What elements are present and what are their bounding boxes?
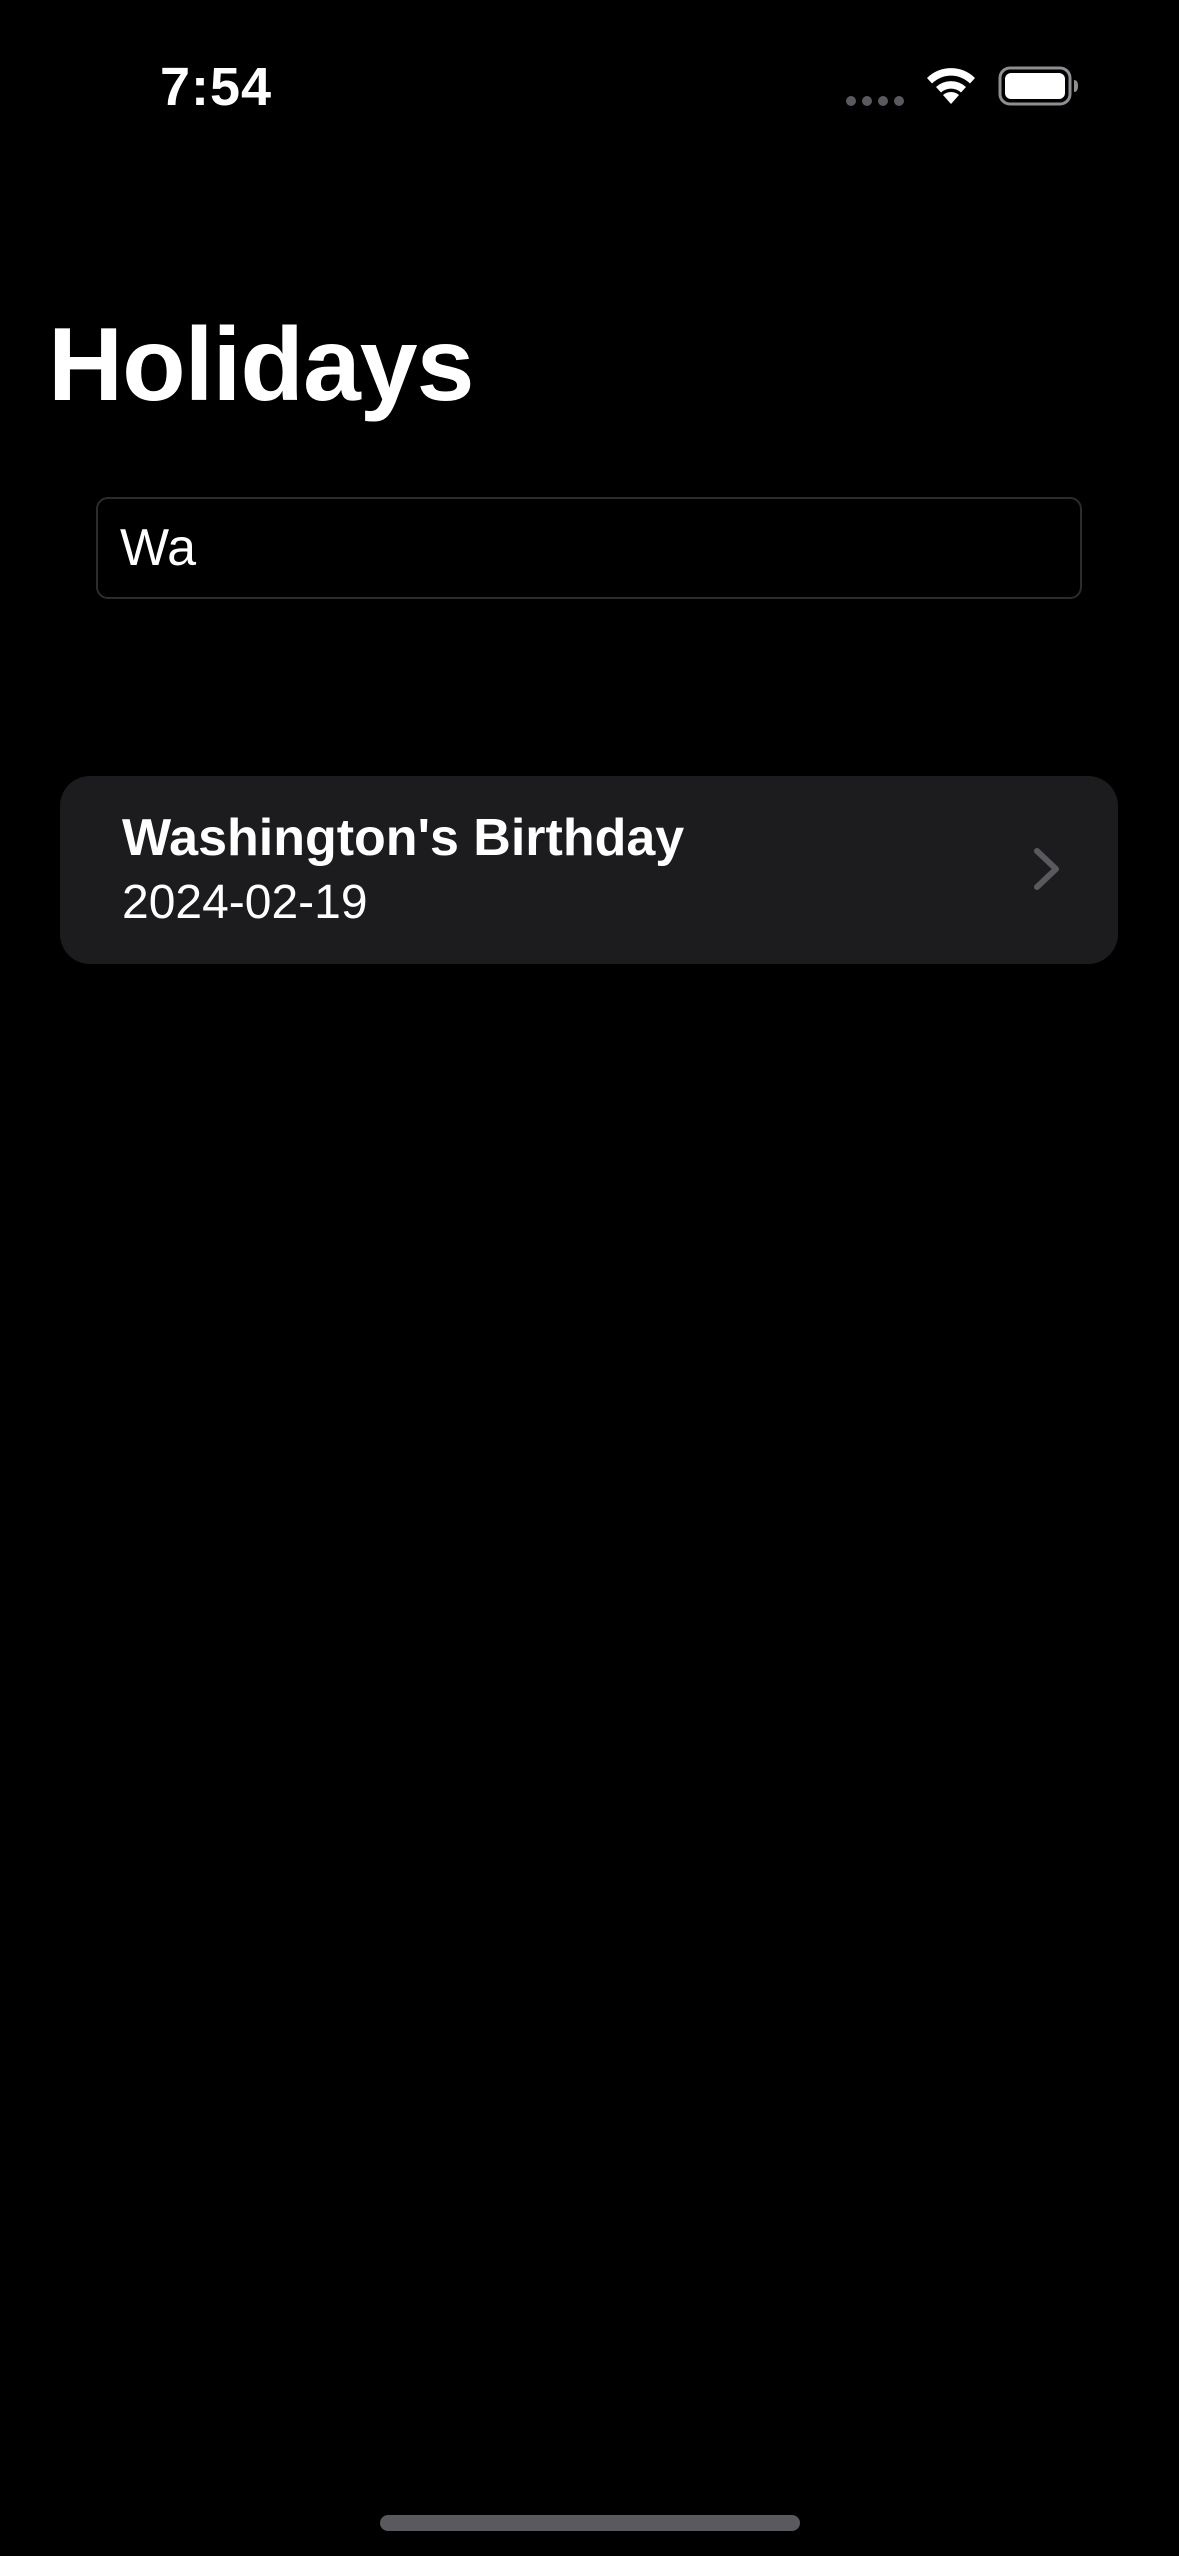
- status-time: 7:54: [160, 57, 273, 117]
- list-item-holiday[interactable]: Washington's Birthday 2024-02-19: [60, 776, 1118, 964]
- holiday-name: Washington's Birthday: [122, 809, 685, 867]
- search-field[interactable]: [96, 497, 1082, 599]
- search-input[interactable]: [120, 518, 1080, 578]
- cellular-signal-dots-icon: [846, 96, 904, 106]
- chevron-right-icon: [1034, 848, 1059, 890]
- home-indicator[interactable]: [380, 2515, 800, 2531]
- wifi-icon: [927, 68, 975, 104]
- holiday-date: 2024-02-19: [122, 876, 368, 929]
- page-title: Holidays: [48, 307, 474, 423]
- battery-full-icon: [998, 66, 1078, 106]
